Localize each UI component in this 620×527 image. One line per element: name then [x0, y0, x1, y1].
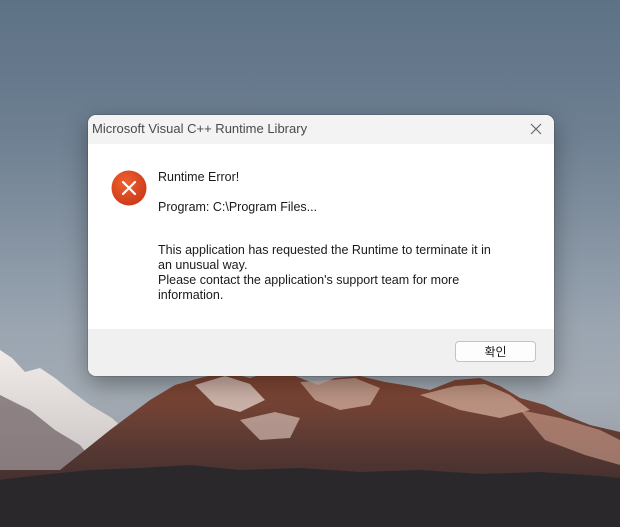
dialog-title: Microsoft Visual C++ Runtime Library — [92, 121, 308, 136]
error-message-line: This application has requested the Runti… — [158, 243, 491, 257]
dialog-footer: 확인 — [88, 329, 554, 376]
error-dialog: Microsoft Visual C++ Runtime Library Run… — [88, 115, 554, 376]
ok-button[interactable]: 확인 — [455, 341, 536, 362]
dialog-title-bar[interactable]: Microsoft Visual C++ Runtime Library — [88, 115, 554, 144]
close-button[interactable] — [524, 118, 548, 140]
program-path: Program: C:\Program Files... — [158, 200, 318, 214]
error-message-line: Please contact the application's support… — [158, 273, 460, 287]
error-heading: Runtime Error! — [158, 170, 240, 184]
dialog-content: Runtime Error! Program: C:\Program Files… — [88, 144, 554, 329]
error-message-line: an unusual way. — [158, 258, 248, 272]
close-icon — [530, 123, 542, 135]
error-message-line: information. — [158, 288, 224, 302]
error-message: This application has requested the Runti… — [158, 243, 491, 303]
error-x-icon — [111, 170, 147, 206]
